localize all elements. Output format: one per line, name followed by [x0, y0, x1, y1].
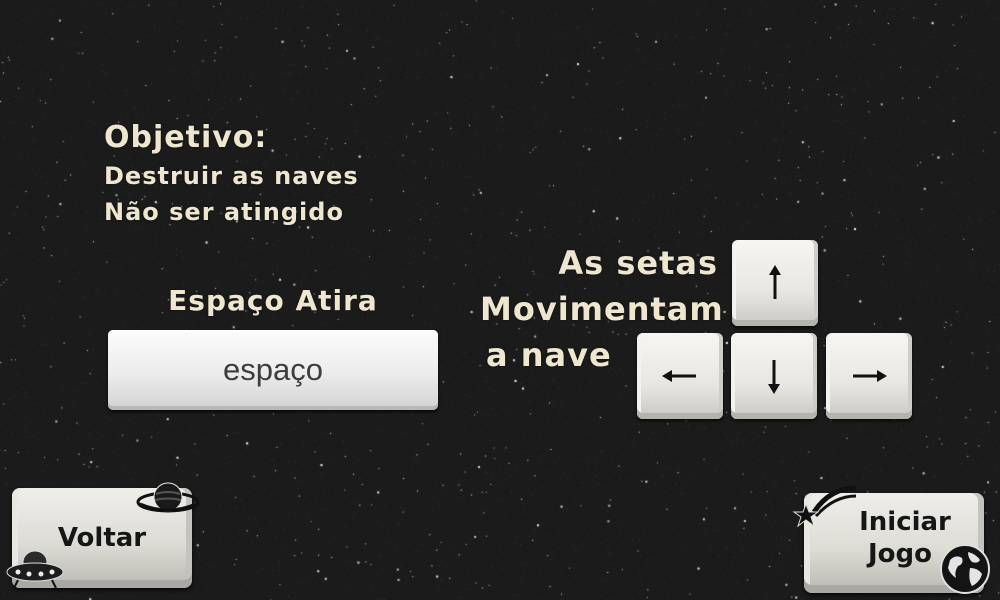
planet-icon	[136, 482, 200, 513]
arrow-up-icon	[769, 265, 781, 299]
objective-line-avoid: Não ser atingido	[104, 198, 344, 226]
shooting-star-icon	[792, 485, 857, 528]
start-game-label-line-2: Jogo	[867, 539, 932, 569]
arrow-up-key	[732, 240, 818, 326]
arrow-down-key	[731, 333, 817, 419]
arrow-right-key	[826, 333, 912, 419]
arrow-right-icon	[853, 370, 887, 382]
globe-icon	[940, 544, 990, 594]
arrow-left-icon	[662, 370, 696, 382]
objective-block: Objetivo: Destruir as naves Não ser atin…	[104, 118, 359, 230]
arrow-down-icon	[768, 360, 780, 394]
space-instruction-label: Espaço Atira	[168, 284, 378, 317]
arrows-instruction-line-1: As setas	[558, 244, 718, 282]
ufo-icon	[6, 550, 64, 589]
objective-title: Objetivo:	[104, 120, 268, 155]
space-key: espaço	[108, 330, 438, 410]
arrows-instruction-line-2: Movimentam	[480, 290, 724, 328]
start-game-label-line-1: Iniciar	[859, 507, 951, 537]
back-button-label: Voltar	[57, 523, 147, 553]
arrow-left-key	[637, 333, 723, 419]
space-key-label: espaço	[223, 352, 323, 387]
objective-line-destroy: Destruir as naves	[104, 162, 359, 190]
